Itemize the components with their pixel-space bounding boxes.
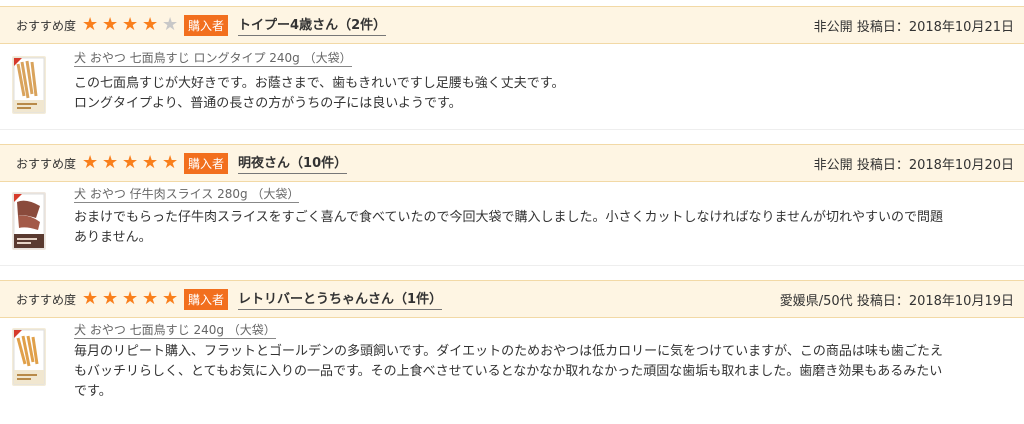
star-icon: ★: [141, 288, 159, 309]
product-thumbnail[interactable]: [12, 328, 46, 386]
review-body: 犬 おやつ 仔牛肉スライス 280g （大袋） おまけでもらった仔牛肉スライスを…: [0, 182, 1024, 266]
product-thumbnail[interactable]: [12, 56, 46, 114]
star-icon: ★: [81, 152, 99, 173]
star-icon: ★: [81, 288, 99, 309]
treat-bag-icon: [12, 192, 46, 250]
review-text-line: ロングタイプより、普通の長さの方がうちの子には良いようです。: [74, 96, 462, 111]
recommend-label: おすすめ度: [16, 18, 77, 33]
review-text-line: この七面鳥すじが大好きです。お蔭さまで、歯もきれいですし足腰も強く丈夫です。: [74, 76, 565, 91]
review-text: 毎月のリピート購入、フラットとゴールデンの多頭飼いです。ダイエットのためおやつは…: [74, 342, 1012, 402]
star-icon: ★: [121, 152, 139, 173]
review-item: おすすめ度 ★ ★ ★ ★ ★ 購入者 レトリバーとうちゃんさん（1件） 愛媛県…: [0, 266, 1024, 424]
review-item: おすすめ度 ★ ★ ★ ★ ★ 購入者 トイプー4歳さん（2件） 非公開 投稿日…: [0, 0, 1024, 130]
star-icon: ★: [161, 152, 179, 173]
buyer-badge: 購入者: [184, 14, 229, 36]
review-text-line: 毎月のリピート購入、フラットとゴールデンの多頭飼いです。ダイエットのためおやつは…: [74, 344, 943, 359]
post-date-label: 投稿日：: [856, 157, 909, 173]
post-date: 2018年10月21日: [908, 19, 1014, 35]
post-date-label: 投稿日：: [856, 293, 909, 309]
review-body: 犬 おやつ 七面鳥すじ 240g （大袋） 毎月のリピート購入、フラットとゴール…: [0, 318, 1024, 424]
post-date-label: 投稿日：: [856, 19, 909, 35]
recommend-label: おすすめ度: [16, 156, 77, 171]
rating-stars: ★ ★ ★ ★ ★: [80, 154, 180, 172]
star-icon: ★: [161, 14, 179, 35]
star-icon: ★: [101, 14, 119, 35]
review-text: この七面鳥すじが大好きです。お蔭さまで、歯もきれいですし足腰も強く丈夫です。 ロ…: [74, 74, 1012, 114]
post-meta: 愛媛県/50代 投稿日：2018年10月19日: [780, 290, 1014, 309]
author-info: 非公開: [813, 157, 853, 173]
review-header: おすすめ度 ★ ★ ★ ★ ★ 購入者 レトリバーとうちゃんさん（1件） 愛媛県…: [0, 280, 1024, 318]
review-body: 犬 おやつ 七面鳥すじ ロングタイプ 240g （大袋） この七面鳥すじが大好き…: [0, 44, 1024, 130]
author-info: 愛媛県/50代: [779, 293, 853, 309]
reviewer-link[interactable]: 明夜さん（10件）: [238, 152, 348, 174]
post-meta: 非公開 投稿日：2018年10月21日: [814, 16, 1014, 35]
review-text-line: です。: [74, 384, 112, 399]
product-link[interactable]: 犬 おやつ 仔牛肉スライス 280g （大袋）: [74, 185, 300, 203]
review-item: おすすめ度 ★ ★ ★ ★ ★ 購入者 明夜さん（10件） 非公開 投稿日：20…: [0, 130, 1024, 266]
rating-stars: ★ ★ ★ ★ ★: [80, 290, 180, 308]
review-text-line: ありません。: [74, 230, 152, 245]
review-text-line: もバッチリらしく、とてもお気に入りの一品です。その上食べさせているとなかなか取れ…: [74, 364, 943, 379]
product-link[interactable]: 犬 おやつ 七面鳥すじ ロングタイプ 240g （大袋）: [74, 49, 352, 67]
star-icon: ★: [161, 288, 179, 309]
star-icon: ★: [101, 152, 119, 173]
star-icon: ★: [101, 288, 119, 309]
star-icon: ★: [121, 288, 139, 309]
post-date: 2018年10月19日: [908, 293, 1014, 309]
review-text-line: おまけでもらった仔牛肉スライスをすごく喜んで食べていたので今回大袋で購入しました…: [74, 210, 944, 225]
buyer-badge: 購入者: [184, 152, 229, 174]
reviewer-link[interactable]: レトリバーとうちゃんさん（1件）: [238, 288, 443, 310]
reviewer-link[interactable]: トイプー4歳さん（2件）: [238, 14, 387, 36]
rating-stars: ★ ★ ★ ★ ★: [80, 16, 180, 34]
star-icon: ★: [121, 14, 139, 35]
star-icon: ★: [141, 14, 159, 35]
post-date: 2018年10月20日: [908, 157, 1014, 173]
star-icon: ★: [81, 14, 99, 35]
product-thumbnail[interactable]: [12, 192, 46, 250]
review-header: おすすめ度 ★ ★ ★ ★ ★ 購入者 トイプー4歳さん（2件） 非公開 投稿日…: [0, 6, 1024, 44]
review-text: おまけでもらった仔牛肉スライスをすごく喜んで食べていたので今回大袋で購入しました…: [74, 208, 1012, 248]
treat-bag-icon: [12, 328, 46, 386]
buyer-badge: 購入者: [184, 288, 229, 310]
review-header: おすすめ度 ★ ★ ★ ★ ★ 購入者 明夜さん（10件） 非公開 投稿日：20…: [0, 144, 1024, 182]
recommend-label: おすすめ度: [16, 292, 77, 307]
product-link[interactable]: 犬 おやつ 七面鳥すじ 240g （大袋）: [74, 321, 276, 339]
treat-bag-icon: [12, 56, 46, 114]
author-info: 非公開: [813, 19, 853, 35]
post-meta: 非公開 投稿日：2018年10月20日: [814, 154, 1014, 173]
star-icon: ★: [141, 152, 159, 173]
